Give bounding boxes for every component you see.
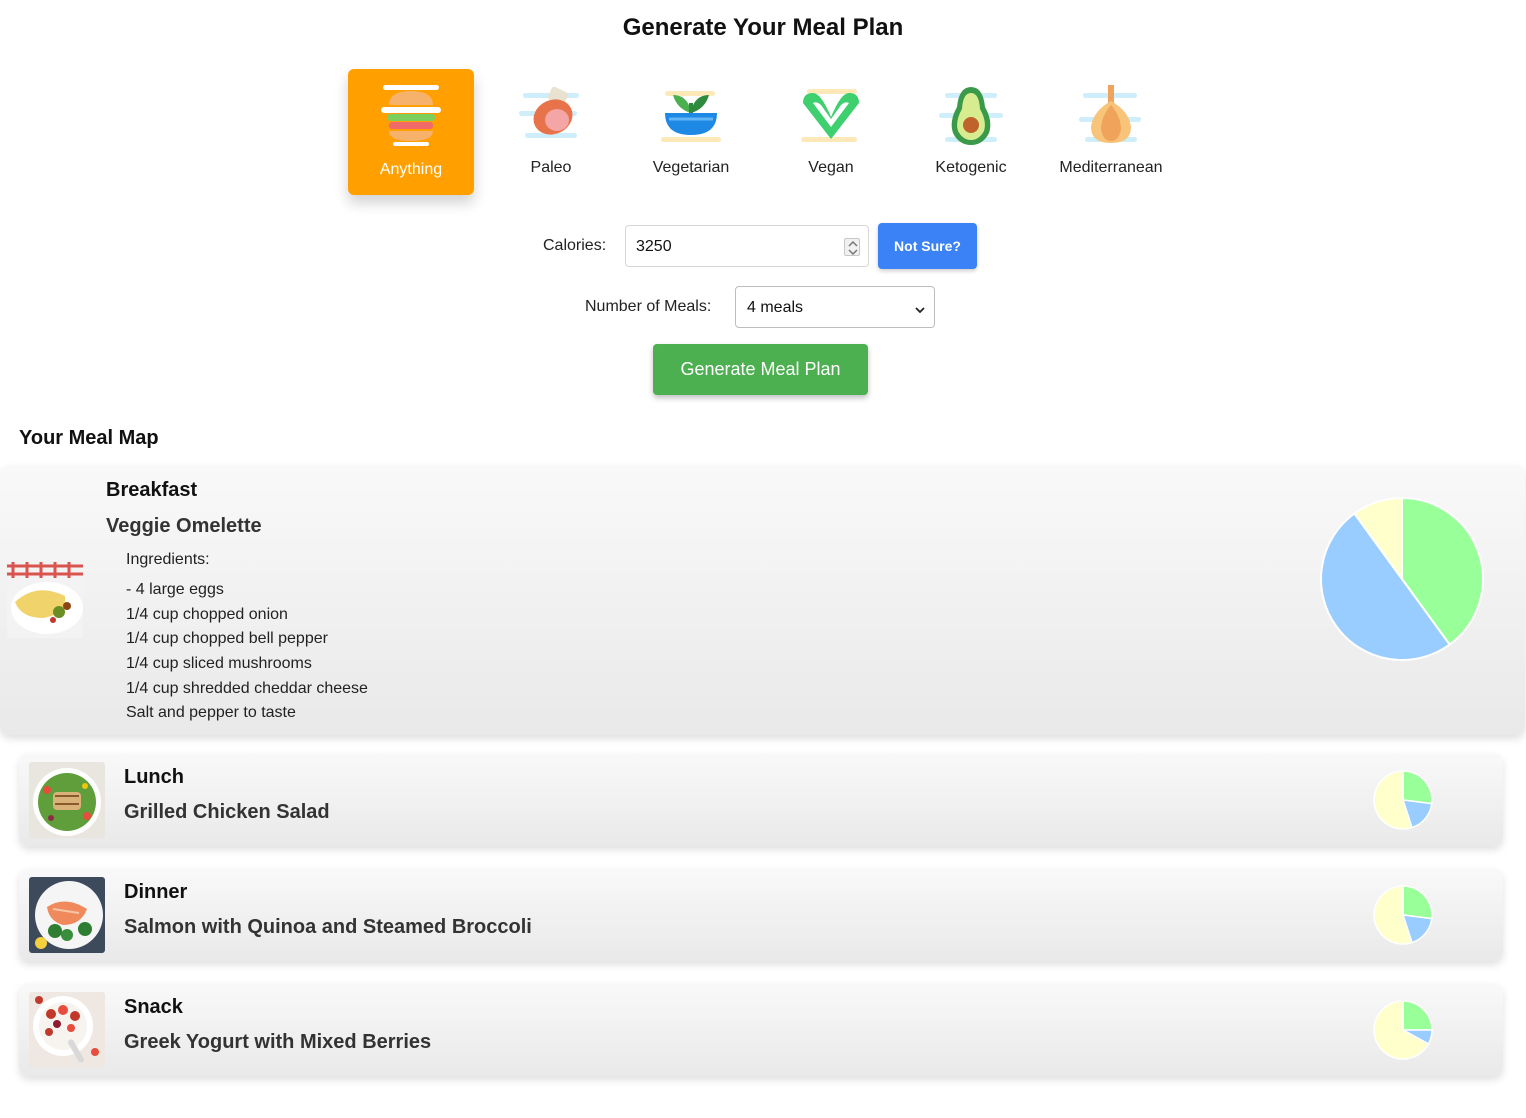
chevron-down-icon [914, 302, 926, 320]
meal-image-chicken-salad [29, 762, 105, 838]
diet-label: Anything [379, 161, 443, 178]
meal-type: Breakfast [106, 479, 198, 501]
vegan-v-icon [799, 83, 863, 147]
meal-image-yogurt-berries [29, 992, 105, 1068]
ingredients-list: - 4 large eggs 1/4 cup chopped onion 1/4… [126, 580, 368, 728]
ingredient-item: 1/4 cup shredded cheddar cheese [126, 679, 368, 697]
meals-label: Number of Meals: [585, 298, 712, 315]
meal-card-dinner[interactable]: Dinner Salmon with Quinoa and Steamed Br… [19, 868, 1503, 961]
meal-name: Veggie Omelette [106, 515, 262, 537]
ingredient-item: 1/4 cup chopped onion [126, 605, 288, 623]
meal-name: Greek Yogurt with Mixed Berries [124, 1031, 432, 1053]
diet-label: Paleo [530, 159, 572, 176]
not-sure-button[interactable]: Not Sure? [878, 223, 977, 269]
diet-option-paleo[interactable]: Paleo [488, 69, 614, 195]
meal-card-lunch[interactable]: Lunch Grilled Chicken Salad [19, 753, 1503, 846]
diet-selector: Anything Paleo Vegetarian Vegan Ketogeni… [340, 69, 1200, 195]
pie-slice [1402, 885, 1433, 920]
ingredient-item: 1/4 cup chopped bell pepper [126, 630, 328, 648]
diet-label: Mediterranean [1059, 159, 1163, 176]
diet-label: Ketogenic [935, 159, 1007, 176]
diet-label: Vegetarian [652, 159, 730, 176]
page-title: Generate Your Meal Plan [622, 14, 904, 41]
macro-pie-chart [1373, 1000, 1433, 1060]
meal-name: Grilled Chicken Salad [124, 801, 330, 823]
meal-type: Dinner [124, 881, 188, 903]
diet-option-ketogenic[interactable]: Ketogenic [908, 69, 1034, 195]
meal-image-omelette [7, 562, 83, 638]
macro-pie-chart [1373, 885, 1433, 945]
garlic-icon [1079, 83, 1143, 147]
pie-slice [1402, 770, 1433, 805]
meal-card-snack[interactable]: Snack Greek Yogurt with Mixed Berries [19, 983, 1503, 1076]
macro-pie-chart [1373, 770, 1433, 830]
meal-map-title: Your Meal Map [19, 427, 159, 449]
meal-type: Lunch [124, 766, 184, 788]
pie-slice [1402, 1000, 1433, 1031]
meals-select[interactable]: 4 meals [735, 286, 935, 328]
ingredient-item: 1/4 cup sliced mushrooms [126, 655, 312, 673]
calories-label: Calories: [543, 237, 607, 254]
meal-image-salmon [29, 877, 105, 953]
meal-type: Snack [124, 996, 183, 1018]
generate-meal-plan-button[interactable]: Generate Meal Plan [653, 344, 868, 395]
meat-icon [519, 83, 583, 147]
ingredient-item: - 4 large eggs [126, 581, 224, 598]
meal-name: Salmon with Quinoa and Steamed Broccoli [124, 916, 532, 938]
avocado-icon [939, 83, 1003, 147]
diet-option-anything[interactable]: Anything [348, 69, 474, 195]
plant-bowl-icon [659, 83, 723, 147]
ingredient-item: Salt and pepper to taste [126, 704, 296, 722]
diet-option-vegetarian[interactable]: Vegetarian [628, 69, 754, 195]
diet-option-vegan[interactable]: Vegan [768, 69, 894, 195]
ingredients-label: Ingredients: [126, 551, 210, 568]
burger-icon [379, 83, 443, 147]
diet-option-mediterranean[interactable]: Mediterranean [1048, 69, 1174, 195]
number-spinner[interactable] [844, 238, 860, 256]
calories-input[interactable]: 3250 [625, 225, 869, 267]
diet-label: Vegan [808, 159, 854, 176]
macro-pie-chart [1320, 497, 1484, 661]
meal-card-breakfast[interactable]: Breakfast Veggie Omelette Ingredients: -… [0, 465, 1525, 735]
